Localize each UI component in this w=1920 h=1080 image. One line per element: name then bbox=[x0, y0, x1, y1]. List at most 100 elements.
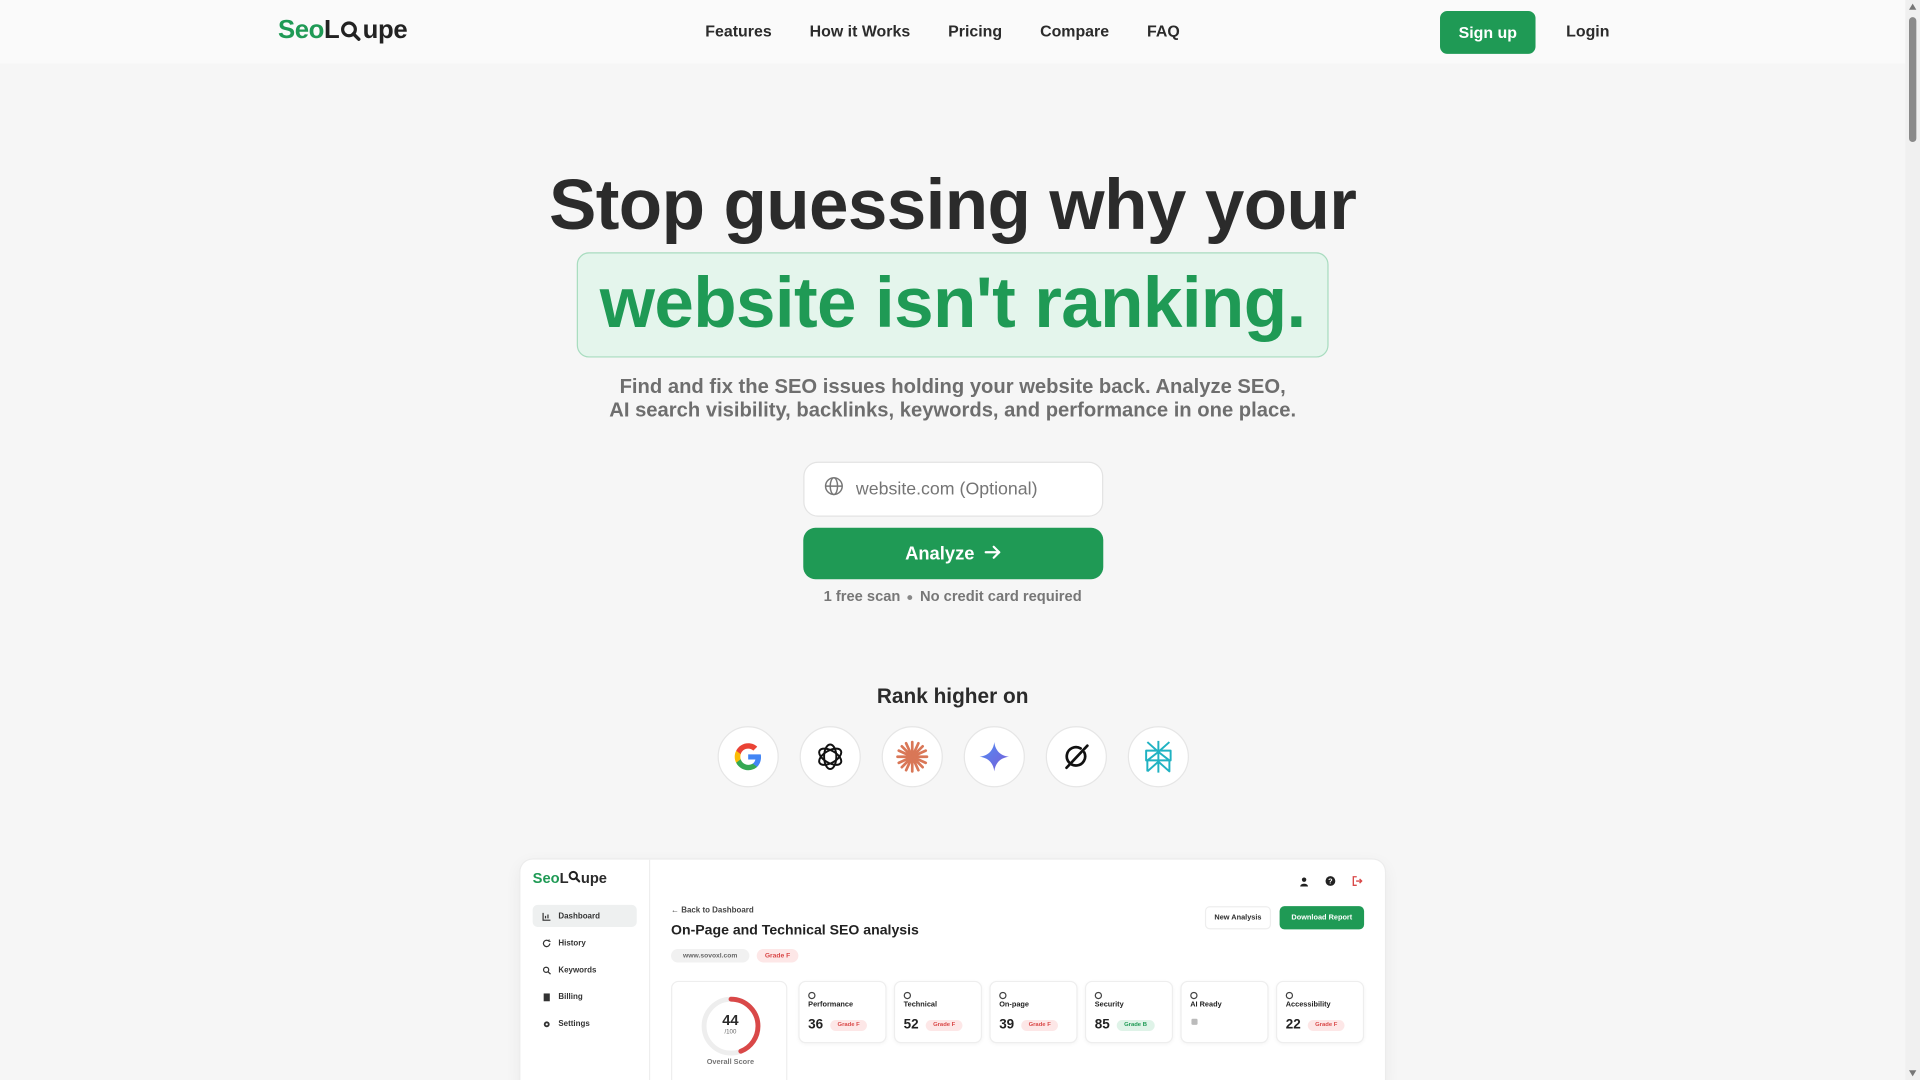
globe-icon bbox=[824, 476, 844, 502]
help-icon[interactable]: ? bbox=[1325, 871, 1336, 893]
dash-nav-keywords[interactable]: Keywords bbox=[533, 959, 637, 981]
history-icon bbox=[542, 938, 551, 948]
metric-value: 36 bbox=[808, 1017, 824, 1033]
metric-value: 39 bbox=[999, 1017, 1015, 1033]
metric-label: Technical bbox=[903, 1001, 938, 1009]
website-input-wrapper bbox=[803, 461, 1104, 517]
metric-grade: Grade F bbox=[1307, 1020, 1345, 1032]
chatgpt-icon bbox=[799, 726, 861, 788]
performance-icon bbox=[808, 991, 816, 1000]
metric-label: Performance bbox=[808, 1001, 854, 1009]
grok-icon bbox=[1045, 726, 1107, 788]
magnifier-icon bbox=[341, 18, 362, 42]
signup-button[interactable]: Sign up bbox=[1440, 11, 1536, 54]
lock-icon bbox=[1191, 1018, 1198, 1025]
dash-nav-label: Keywords bbox=[558, 965, 597, 975]
shield-icon bbox=[1094, 991, 1103, 1000]
hero-subtitle-line1: Find and fix the SEO issues holding your… bbox=[619, 375, 1286, 398]
perplexity-icon bbox=[1127, 726, 1189, 788]
logo[interactable]: Seo L upe bbox=[277, 15, 408, 45]
dash-nav-settings[interactable]: Settings bbox=[533, 1013, 637, 1035]
nav-features[interactable]: Features bbox=[705, 22, 771, 40]
dash-logo: SeoL upe bbox=[533, 869, 607, 886]
claude-icon bbox=[881, 726, 943, 788]
new-analysis-button[interactable]: New Analysis bbox=[1204, 906, 1272, 930]
metric-card-accessibility[interactable]: Accessibility 22 Grade F bbox=[1275, 980, 1365, 1044]
dash-nav-history[interactable]: History bbox=[533, 932, 637, 954]
metric-value: 52 bbox=[903, 1017, 919, 1033]
back-to-dashboard-link[interactable]: ← Back to Dashboard bbox=[671, 906, 754, 915]
accessibility-icon bbox=[1285, 991, 1294, 1000]
dashboard-preview: SeoL upe Dashboard History Keywords Billi… bbox=[520, 859, 1385, 1080]
document-icon bbox=[542, 992, 551, 1001]
dash-nav-billing[interactable]: Billing bbox=[533, 986, 637, 1008]
metric-card-security[interactable]: Security 85 Grade B bbox=[1084, 980, 1174, 1044]
nav-links: Features How it Works Pricing Compare FA… bbox=[705, 22, 1179, 40]
dash-nav-label: Dashboard bbox=[558, 911, 600, 921]
engine-list bbox=[717, 726, 1189, 788]
metric-value: 22 bbox=[1285, 1017, 1301, 1033]
nav-compare[interactable]: Compare bbox=[1040, 22, 1109, 40]
analyze-button[interactable]: Analyze bbox=[803, 527, 1104, 580]
separator-dot bbox=[907, 594, 913, 600]
robot-icon bbox=[1190, 991, 1198, 1000]
dash-nav-dashboard[interactable]: Dashboard bbox=[532, 904, 637, 927]
top-nav: Seo L upe Features How it Works Pricing … bbox=[0, 0, 1906, 64]
metric-grade: Grade F bbox=[830, 1020, 868, 1032]
no-card-text: No credit card required bbox=[920, 587, 1082, 605]
overall-score-label: Overall Score bbox=[706, 1059, 755, 1067]
metric-card-ai-ready[interactable]: AI Ready bbox=[1180, 980, 1269, 1044]
logo-upe-text: upe bbox=[362, 15, 408, 45]
dash-nav-label: Billing bbox=[558, 992, 583, 1002]
file-icon bbox=[999, 991, 1007, 1000]
free-scan-note: 1 free scan No credit card required bbox=[0, 588, 1905, 605]
svg-text:?: ? bbox=[1328, 876, 1333, 885]
metric-grade: Grade F bbox=[925, 1020, 963, 1032]
arrow-left-icon: ← bbox=[671, 906, 679, 915]
user-icon[interactable] bbox=[1299, 871, 1309, 893]
overall-score-value: 44 bbox=[722, 1011, 739, 1029]
gear-icon bbox=[542, 1019, 551, 1028]
nav-faq[interactable]: FAQ bbox=[1147, 22, 1180, 40]
dash-nav-label: Settings bbox=[558, 1019, 590, 1028]
login-link[interactable]: Login bbox=[1566, 22, 1609, 40]
dash-sidebar: SeoL upe Dashboard History Keywords Billi… bbox=[520, 859, 651, 1080]
page-scrollbar[interactable] bbox=[1905, 0, 1920, 1080]
dash-magnifier-icon bbox=[569, 869, 581, 886]
hero-heading-line2: website isn't ranking. bbox=[599, 263, 1307, 343]
wrench-icon bbox=[903, 991, 912, 1000]
metric-card-technical[interactable]: Technical 52 Grade F bbox=[893, 980, 983, 1044]
metric-grade: Grade B bbox=[1116, 1020, 1155, 1032]
dash-top-icons: ? bbox=[1299, 871, 1363, 893]
scroll-thumb[interactable] bbox=[1908, 17, 1917, 143]
download-report-button[interactable]: Download Report bbox=[1279, 906, 1365, 930]
metric-card-onpage[interactable]: On-page 39 Grade F bbox=[989, 980, 1078, 1044]
analyze-label: Analyze bbox=[905, 543, 975, 564]
metric-label: On-page bbox=[999, 1001, 1030, 1009]
metric-label: Accessibility bbox=[1285, 1001, 1331, 1009]
google-icon bbox=[717, 726, 779, 788]
overall-score-max: /100 bbox=[724, 1028, 737, 1036]
free-scan-text: 1 free scan bbox=[823, 587, 901, 605]
logo-seo-text: Seo bbox=[277, 15, 325, 45]
search-icon bbox=[542, 966, 551, 975]
website-input[interactable] bbox=[855, 479, 1089, 499]
overall-score-card: 44 /100 Overall Score bbox=[671, 980, 788, 1080]
dash-nav-label: History bbox=[558, 938, 586, 948]
nav-how-it-works[interactable]: How it Works bbox=[810, 22, 911, 40]
scroll-down-arrow[interactable] bbox=[1908, 1070, 1917, 1077]
metric-label: AI Ready bbox=[1190, 1001, 1222, 1009]
scroll-up-arrow[interactable] bbox=[1908, 3, 1917, 10]
metric-label: Security bbox=[1094, 1001, 1124, 1009]
gemini-icon bbox=[963, 726, 1025, 788]
chart-icon bbox=[542, 912, 551, 921]
hero-subtitle-line2: AI search visibility, backlinks, keyword… bbox=[609, 399, 1297, 422]
nav-pricing[interactable]: Pricing bbox=[948, 22, 1002, 40]
logout-icon[interactable] bbox=[1352, 871, 1363, 893]
hero-subtitle: Find and fix the SEO issues holding your… bbox=[0, 376, 1905, 423]
arrow-right-icon bbox=[984, 543, 1001, 564]
metric-card-performance[interactable]: Performance 36 Grade F bbox=[798, 980, 887, 1044]
back-label: Back to Dashboard bbox=[681, 906, 754, 915]
dash-logo-upe: upe bbox=[580, 869, 607, 887]
dash-logo-seo: Seo bbox=[532, 869, 560, 887]
